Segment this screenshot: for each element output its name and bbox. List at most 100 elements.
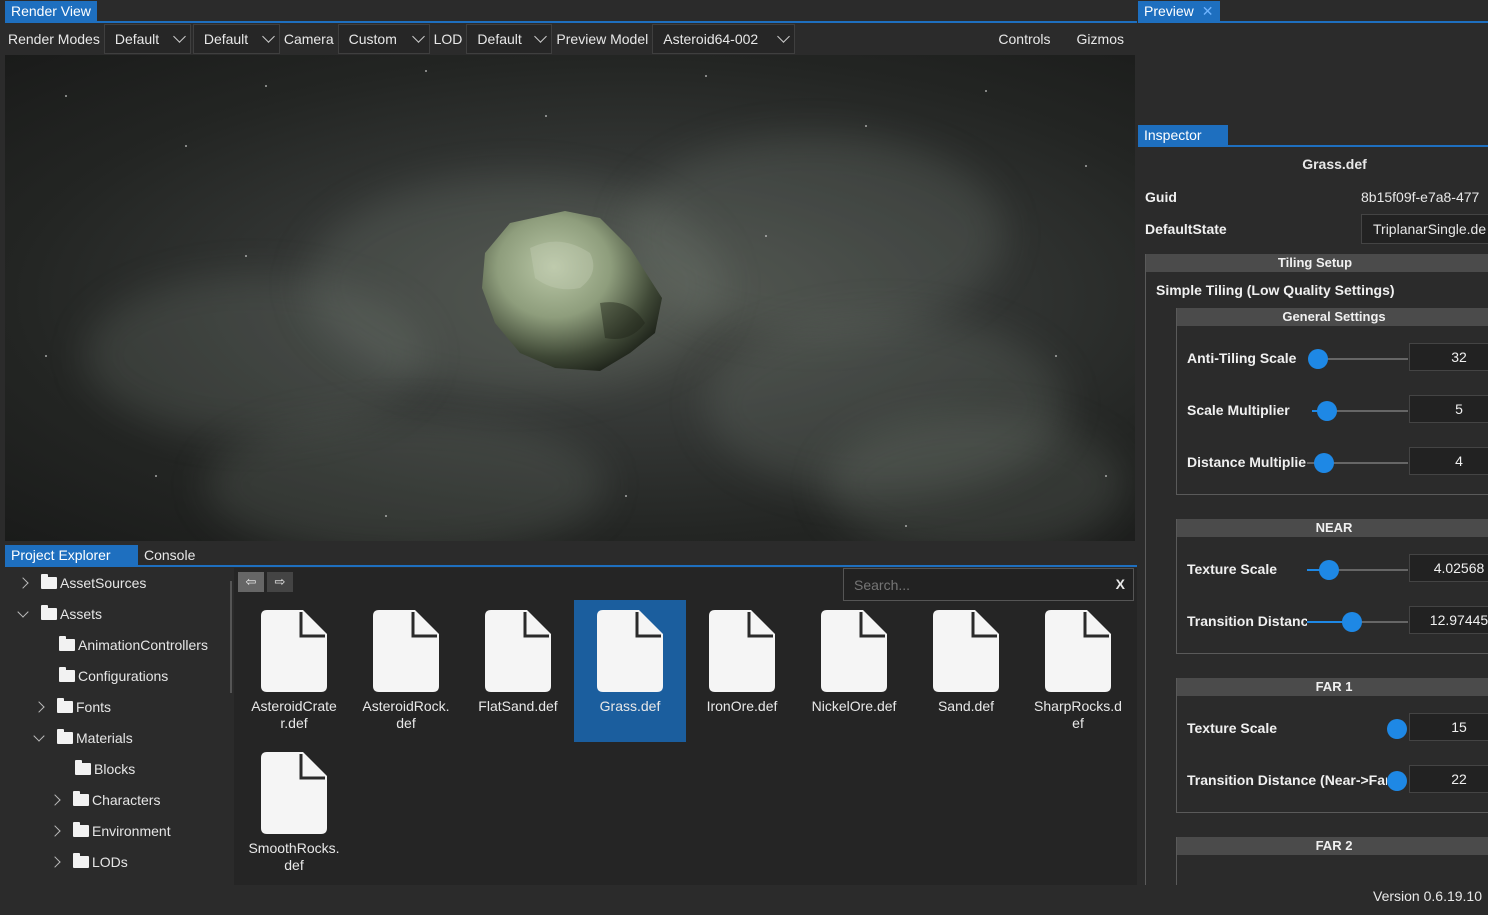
file-icon xyxy=(261,610,327,692)
chevron-down-icon[interactable] xyxy=(33,729,45,742)
tab-inspector[interactable]: Inspector xyxy=(1138,125,1228,145)
file-tile-asteroidrock-def[interactable]: AsteroidRock. def xyxy=(350,600,462,742)
tree-item-lods[interactable]: LODs xyxy=(49,851,128,873)
chevron-right-icon[interactable] xyxy=(33,701,45,713)
lod-select[interactable]: Default xyxy=(466,24,553,54)
tree-item-blocks[interactable]: Blocks xyxy=(51,758,135,780)
folder-icon xyxy=(59,667,75,682)
close-icon[interactable]: ✕ xyxy=(1202,1,1214,21)
chevron-right-icon[interactable] xyxy=(49,794,61,806)
nav-forward-button[interactable]: ⇨ xyxy=(267,572,293,592)
tree-item-environment[interactable]: Environment xyxy=(49,820,171,842)
general-settings-header[interactable]: General Settings xyxy=(1177,308,1488,326)
file-tile-smoothrocks-def[interactable]: SmoothRocks. def xyxy=(238,742,350,884)
folder-icon xyxy=(57,729,73,744)
distance-multiplier-input[interactable]: 4 xyxy=(1409,447,1488,475)
file-tile-ironore-def[interactable]: IronOre.def xyxy=(686,600,798,742)
file-icon xyxy=(261,752,327,834)
chevron-down-icon xyxy=(411,30,425,43)
tree-item-configurations[interactable]: Configurations xyxy=(35,665,168,687)
tree-item-fonts[interactable]: Fonts xyxy=(33,696,111,718)
render-viewport[interactable] xyxy=(5,55,1135,541)
camera-value: Custom xyxy=(348,31,397,47)
preview-tab-label: Preview xyxy=(1144,3,1194,19)
near-transition-distance-slider-handle[interactable] xyxy=(1342,612,1362,632)
tree-splitter[interactable] xyxy=(230,581,232,693)
tree-item-assets[interactable]: Assets xyxy=(17,603,102,625)
search-clear-button[interactable]: X xyxy=(1116,576,1125,592)
tab-console[interactable]: Console xyxy=(144,545,195,565)
inspector-tab-underline xyxy=(1138,145,1488,147)
lod-label: LOD xyxy=(433,31,463,47)
camera-select[interactable]: Custom xyxy=(337,24,430,54)
tiling-setup-header[interactable]: Tiling Setup xyxy=(1146,254,1488,272)
controls-button[interactable]: Controls xyxy=(995,31,1053,47)
near-header[interactable]: NEAR xyxy=(1177,519,1488,537)
file-tile-grass-def[interactable]: Grass.def xyxy=(574,600,686,742)
tree-item-animationcontrollers[interactable]: AnimationControllers xyxy=(35,634,208,656)
preview-model-value: Asteroid64-002 xyxy=(663,31,759,47)
chevron-right-icon[interactable] xyxy=(49,856,61,868)
file-browser: ⇦ ⇨ X AsteroidCrate r.def AsteroidRock. d… xyxy=(234,568,1137,885)
gizmos-button[interactable]: Gizmos xyxy=(1074,31,1127,47)
distance-multiplier-slider-handle[interactable] xyxy=(1314,453,1334,473)
near-transition-distance-slider-fill xyxy=(1307,621,1347,623)
default-state-field[interactable]: TriplanarSingle.de xyxy=(1361,214,1488,244)
far1-texture-scale-input[interactable]: 15 xyxy=(1409,713,1488,741)
tree-item-label: Materials xyxy=(76,730,133,746)
far2-header[interactable]: FAR 2 xyxy=(1177,837,1488,855)
tree-item-label: Characters xyxy=(92,792,161,808)
anti-tiling-scale-input[interactable]: 32 xyxy=(1409,343,1488,371)
search-input[interactable] xyxy=(854,575,1094,595)
scale-multiplier-input[interactable]: 5 xyxy=(1409,395,1488,423)
far1-transition-distance-slider-handle[interactable] xyxy=(1387,771,1407,791)
render-mode-select-1[interactable]: Default xyxy=(103,24,191,54)
default-state-value: TriplanarSingle.de xyxy=(1373,221,1487,237)
chevron-right-icon[interactable] xyxy=(17,577,29,589)
far1-texture-scale-slider-handle[interactable] xyxy=(1387,719,1407,739)
chevron-down-icon[interactable] xyxy=(17,605,29,618)
near-transition-distance-label: Transition Distanc xyxy=(1187,613,1307,629)
asset-title: Grass.def xyxy=(1302,156,1367,172)
far1-header[interactable]: FAR 1 xyxy=(1177,678,1488,696)
nav-back-button[interactable]: ⇦ xyxy=(238,572,264,592)
tab-project-explorer[interactable]: Project Explorer xyxy=(5,545,138,565)
file-icon xyxy=(485,610,551,692)
asteroid-model[interactable] xyxy=(470,203,670,383)
guid-value: 8b15f09f-e7a8-477 xyxy=(1361,189,1480,205)
tree-item-label: Configurations xyxy=(78,668,169,684)
file-name: FlatSand.def xyxy=(478,698,558,714)
file-name: SharpRocks.d ef xyxy=(1034,698,1122,731)
far1-transition-distance-label: Transition Distance (Near->Far xyxy=(1187,772,1387,788)
anti-tiling-scale-label: Anti-Tiling Scale xyxy=(1187,350,1297,366)
file-tile-sharprocks-def[interactable]: SharpRocks.d ef xyxy=(1022,600,1134,742)
render-mode-select-2[interactable]: Default xyxy=(192,24,280,54)
near-texture-scale-slider-handle[interactable] xyxy=(1319,560,1339,580)
file-tile-nickelore-def[interactable]: NickelOre.def xyxy=(798,600,910,742)
file-icon xyxy=(1045,610,1111,692)
tab-render-view[interactable]: Render View xyxy=(5,1,97,21)
tree-item-materials[interactable]: Materials xyxy=(33,727,133,749)
anti-tiling-scale-slider-handle[interactable] xyxy=(1308,349,1328,369)
tab-preview[interactable]: Preview ✕ xyxy=(1138,1,1220,21)
bottom-tab-underline xyxy=(5,565,1137,567)
simple-tiling-label: Simple Tiling (Low Quality Settings) xyxy=(1156,282,1395,298)
scale-multiplier-slider-handle[interactable] xyxy=(1317,401,1337,421)
file-icon xyxy=(373,610,439,692)
file-tile-asteroidcrater-def[interactable]: AsteroidCrate r.def xyxy=(238,600,350,742)
folder-icon xyxy=(73,791,89,806)
tree-item-assetsources[interactable]: AssetSources xyxy=(17,572,146,594)
file-tile-flatsand-def[interactable]: FlatSand.def xyxy=(462,600,574,742)
preview-model-select[interactable]: Asteroid64-002 xyxy=(652,24,796,54)
folder-tree: AssetSources Assets AnimationControllers Co… xyxy=(5,568,233,885)
far1-transition-distance-input[interactable]: 22 xyxy=(1409,765,1488,793)
tree-item-label: Environment xyxy=(92,823,171,839)
near-transition-distance-input[interactable]: 12.97445 xyxy=(1409,606,1488,634)
near-texture-scale-input[interactable]: 4.02568 xyxy=(1409,554,1488,582)
chevron-right-icon[interactable] xyxy=(49,825,61,837)
general-settings-group: General Settings Anti-Tiling Scale 32 Sc… xyxy=(1176,308,1488,495)
tree-item-characters[interactable]: Characters xyxy=(49,789,161,811)
tree-item-label: LODs xyxy=(92,854,128,870)
search-box[interactable]: X xyxy=(843,568,1134,601)
file-tile-sand-def[interactable]: Sand.def xyxy=(910,600,1022,742)
